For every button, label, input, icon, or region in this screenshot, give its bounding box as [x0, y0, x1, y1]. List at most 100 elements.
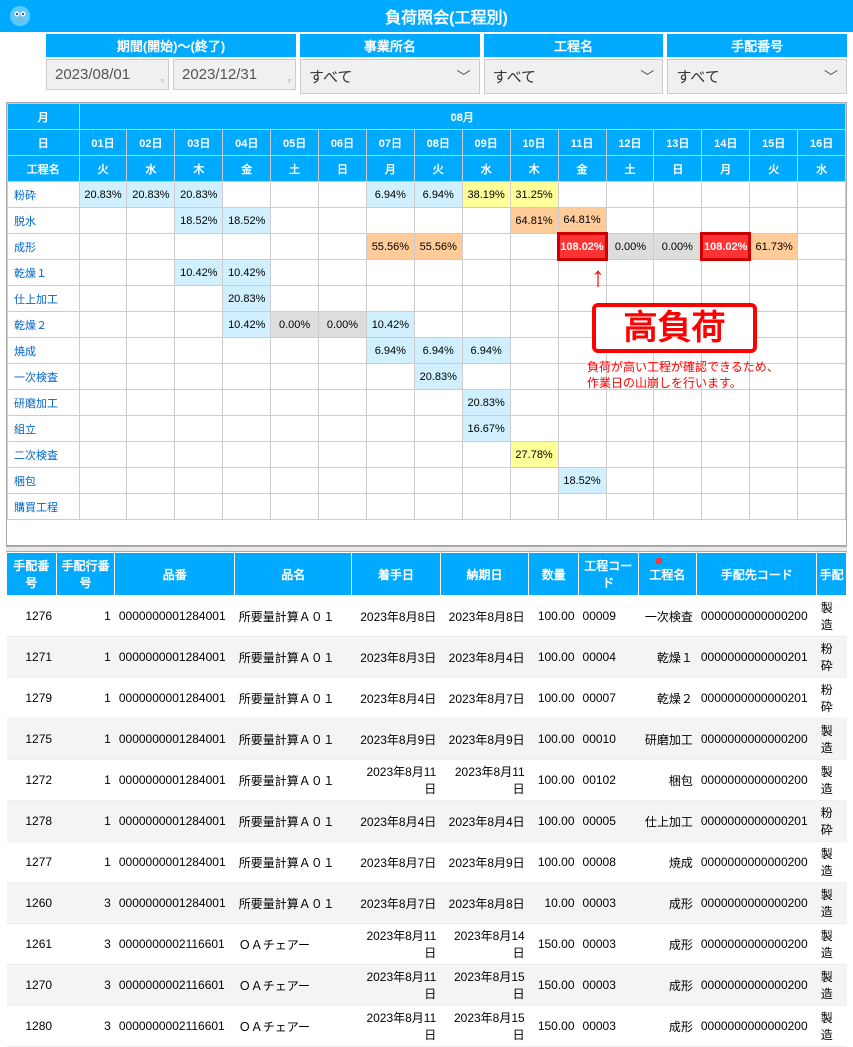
load-cell[interactable]: 6.94% — [414, 338, 462, 364]
load-cell[interactable] — [750, 260, 798, 286]
load-cell[interactable]: 10.42% — [175, 260, 223, 286]
load-cell[interactable] — [654, 182, 702, 208]
load-cell[interactable] — [271, 390, 319, 416]
load-cell[interactable] — [223, 182, 271, 208]
load-cell[interactable]: 38.19% — [462, 182, 510, 208]
load-cell[interactable] — [510, 234, 558, 260]
detail-row[interactable]: 128030000000002116601ＯＡチェアー2023年8月11日202… — [7, 1006, 847, 1047]
load-cell[interactable] — [462, 234, 510, 260]
load-cell[interactable] — [750, 390, 798, 416]
col-date[interactable]: 06日 — [319, 130, 367, 156]
detail-col-header[interactable]: 手配先コード — [697, 553, 817, 596]
process-name[interactable]: 購買工程 — [8, 494, 80, 520]
load-cell[interactable]: 18.52% — [223, 208, 271, 234]
load-cell[interactable] — [223, 234, 271, 260]
load-cell[interactable] — [702, 260, 750, 286]
load-cell[interactable] — [654, 208, 702, 234]
load-cell[interactable] — [606, 390, 654, 416]
load-cell[interactable] — [79, 260, 127, 286]
process-name[interactable]: 成形 — [8, 234, 80, 260]
load-cell[interactable] — [798, 364, 846, 390]
load-cell[interactable] — [654, 390, 702, 416]
load-cell[interactable] — [271, 442, 319, 468]
load-cell[interactable] — [414, 390, 462, 416]
load-cell[interactable] — [414, 468, 462, 494]
load-cell[interactable] — [414, 286, 462, 312]
load-cell[interactable] — [510, 364, 558, 390]
load-cell[interactable] — [127, 260, 175, 286]
load-cell[interactable] — [462, 494, 510, 520]
load-cell[interactable] — [366, 286, 414, 312]
load-cell[interactable]: 20.83% — [462, 390, 510, 416]
load-cell[interactable] — [798, 182, 846, 208]
col-date[interactable]: 10日 — [510, 130, 558, 156]
load-cell[interactable] — [79, 468, 127, 494]
load-cell[interactable] — [175, 312, 223, 338]
detail-col-header[interactable]: 手配行番号 — [56, 553, 115, 596]
load-cell[interactable]: 31.25% — [510, 182, 558, 208]
load-cell[interactable] — [798, 234, 846, 260]
load-cell[interactable]: 64.81% — [510, 208, 558, 234]
load-cell[interactable] — [798, 312, 846, 338]
col-date[interactable]: 02日 — [127, 130, 175, 156]
load-cell[interactable] — [510, 338, 558, 364]
load-cell[interactable]: 0.00% — [319, 312, 367, 338]
load-cell[interactable] — [127, 390, 175, 416]
detail-grid[interactable]: 手配番号手配行番号品番品名着手日納期日数量工程コード工程名手配先コード手配127… — [6, 552, 847, 1047]
col-date[interactable]: 01日 — [79, 130, 127, 156]
load-cell[interactable] — [462, 208, 510, 234]
load-cell[interactable] — [175, 442, 223, 468]
col-date[interactable]: 03日 — [175, 130, 223, 156]
load-cell[interactable] — [175, 494, 223, 520]
col-date[interactable]: 16日 — [798, 130, 846, 156]
load-cell[interactable]: 6.94% — [414, 182, 462, 208]
load-cell[interactable] — [127, 416, 175, 442]
load-cell[interactable] — [271, 182, 319, 208]
period-start-input[interactable]: 2023/08/01▫ — [46, 59, 169, 90]
load-cell[interactable] — [271, 234, 319, 260]
load-cell[interactable] — [510, 416, 558, 442]
load-cell[interactable] — [798, 260, 846, 286]
process-name[interactable]: 一次検査 — [8, 364, 80, 390]
load-cell[interactable]: 64.81% — [558, 208, 606, 234]
load-cell[interactable] — [175, 468, 223, 494]
load-cell[interactable] — [462, 260, 510, 286]
load-cell[interactable]: 0.00% — [654, 234, 702, 260]
load-cell[interactable] — [319, 338, 367, 364]
load-cell[interactable] — [175, 364, 223, 390]
load-cell[interactable] — [319, 260, 367, 286]
load-cell[interactable] — [271, 494, 319, 520]
detail-row[interactable]: 127610000000001284001所要量計算Ａ０１2023年8月8日20… — [7, 596, 847, 637]
load-cell[interactable] — [462, 468, 510, 494]
load-cell[interactable] — [271, 260, 319, 286]
load-cell[interactable] — [606, 468, 654, 494]
detail-col-header[interactable]: 工程コード — [579, 553, 638, 596]
load-cell[interactable] — [175, 234, 223, 260]
detail-col-header[interactable]: 着手日 — [352, 553, 440, 596]
load-cell[interactable] — [175, 390, 223, 416]
load-cell[interactable] — [654, 442, 702, 468]
col-date[interactable]: 08日 — [414, 130, 462, 156]
process-name[interactable]: 研磨加工 — [8, 390, 80, 416]
load-cell[interactable] — [366, 260, 414, 286]
detail-col-header[interactable]: 納期日 — [440, 553, 528, 596]
load-cell[interactable] — [127, 494, 175, 520]
load-cell[interactable]: 10.42% — [366, 312, 414, 338]
load-cell[interactable] — [750, 182, 798, 208]
load-cell[interactable] — [510, 494, 558, 520]
detail-row[interactable]: 127210000000001284001所要量計算Ａ０１2023年8月11日2… — [7, 760, 847, 801]
col-date[interactable]: 09日 — [462, 130, 510, 156]
process-name[interactable]: 組立 — [8, 416, 80, 442]
load-cell[interactable] — [271, 338, 319, 364]
load-cell[interactable] — [175, 416, 223, 442]
load-cell[interactable] — [319, 390, 367, 416]
load-cell[interactable] — [558, 416, 606, 442]
load-cell[interactable] — [606, 416, 654, 442]
process-name[interactable]: 焼成 — [8, 338, 80, 364]
load-cell[interactable] — [414, 312, 462, 338]
load-cell[interactable] — [414, 442, 462, 468]
col-date[interactable]: 15日 — [750, 130, 798, 156]
detail-col-header[interactable]: 品名 — [235, 553, 352, 596]
load-cell[interactable] — [79, 234, 127, 260]
load-cell[interactable] — [127, 442, 175, 468]
